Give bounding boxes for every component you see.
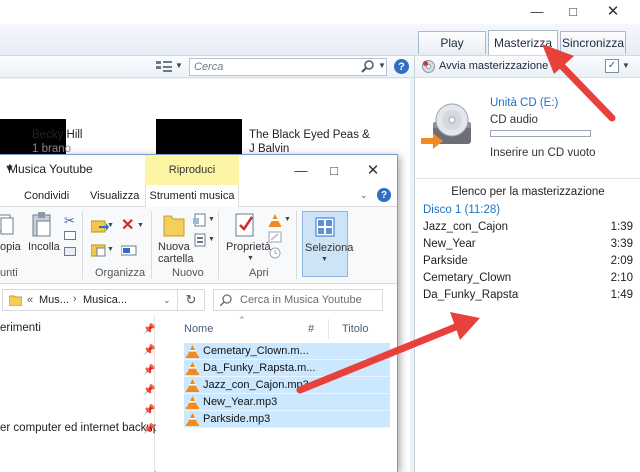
arrow-to-burn-tab [542, 44, 616, 122]
annotation-arrows [296, 44, 616, 394]
arrow-to-burn-list [296, 312, 480, 394]
